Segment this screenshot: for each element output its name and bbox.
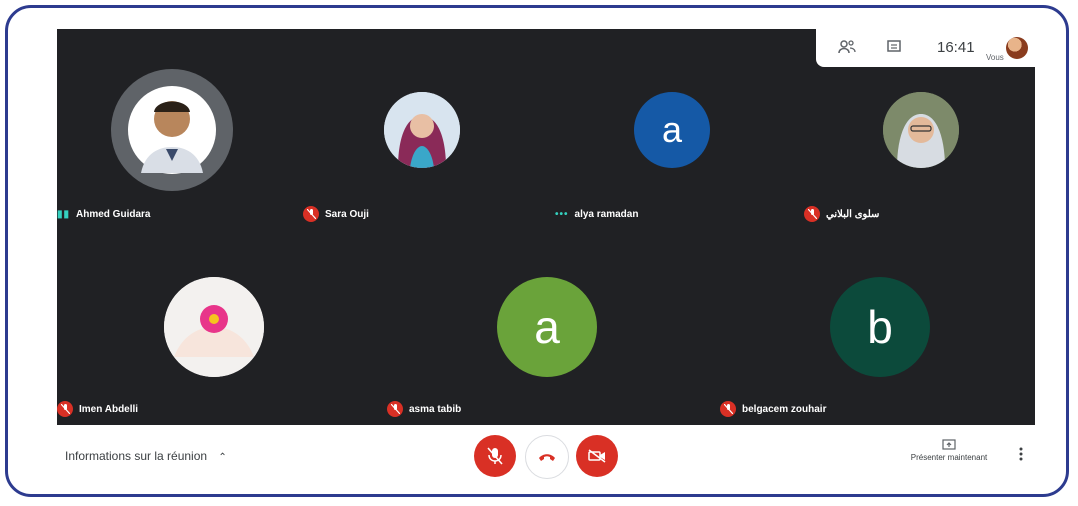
self-avatar[interactable] [1006, 37, 1028, 59]
hang-up-icon [539, 454, 555, 461]
mic-off-icon [387, 401, 403, 417]
avatar-asma-tabib: a [497, 277, 597, 377]
chevron-up-icon: ⌃ [218, 452, 227, 463]
video-grid: 16:41 Vous a ▮▮ Ahmed Guidara Sara Ouji … [57, 29, 1035, 425]
more-vert-icon [1019, 447, 1023, 461]
avatar-belgacem-zouhair: b [830, 277, 930, 377]
participant-name-salwa: سلوى البلاني [804, 206, 879, 222]
clock: 16:41 [937, 39, 975, 56]
more-options-button[interactable] [1019, 447, 1023, 466]
avatar-imen-abdelli [164, 277, 264, 377]
participant-name-ahmed: ▮▮ Ahmed Guidara [57, 209, 151, 220]
activity-dots-icon: ••• [555, 209, 569, 220]
avatar-salwa [883, 92, 959, 168]
participant-name-imen: Imen Abdelli [57, 401, 138, 417]
mic-off-icon [487, 447, 503, 465]
top-info-bar: 16:41 Vous [816, 29, 1035, 67]
microphone-toggle-button[interactable] [474, 435, 516, 477]
speaking-indicator-icon: ▮▮ [57, 209, 71, 220]
present-now-button[interactable]: Présenter maintenant [897, 439, 1001, 462]
mic-off-icon [720, 401, 736, 417]
you-label: Vous [986, 53, 1004, 62]
meeting-info-button[interactable]: Informations sur la réunion ⌃ [65, 449, 227, 463]
chat-icon[interactable] [886, 39, 902, 58]
mic-off-icon [303, 206, 319, 222]
participants-icon[interactable] [838, 39, 856, 58]
mic-off-icon [57, 401, 73, 417]
avatar-sara-ouji [384, 92, 460, 168]
present-screen-icon [942, 439, 956, 450]
bottom-control-bar: Informations sur la réunion ⌃ Présenter … [57, 425, 1035, 489]
avatar-alya-ramadan: a [634, 92, 710, 168]
participant-name-alya: ••• alya ramadan [555, 209, 639, 220]
avatar-ahmed-guidara [111, 69, 233, 191]
participant-name-asma: asma tabib [387, 401, 461, 417]
mic-off-icon [804, 206, 820, 222]
participant-name-belgacem: belgacem zouhair [720, 401, 826, 417]
present-now-label: Présenter maintenant [910, 453, 988, 462]
camera-off-icon [588, 449, 606, 463]
participant-name-sara: Sara Ouji [303, 206, 369, 222]
end-call-button[interactable] [525, 435, 569, 479]
camera-toggle-button[interactable] [576, 435, 618, 477]
